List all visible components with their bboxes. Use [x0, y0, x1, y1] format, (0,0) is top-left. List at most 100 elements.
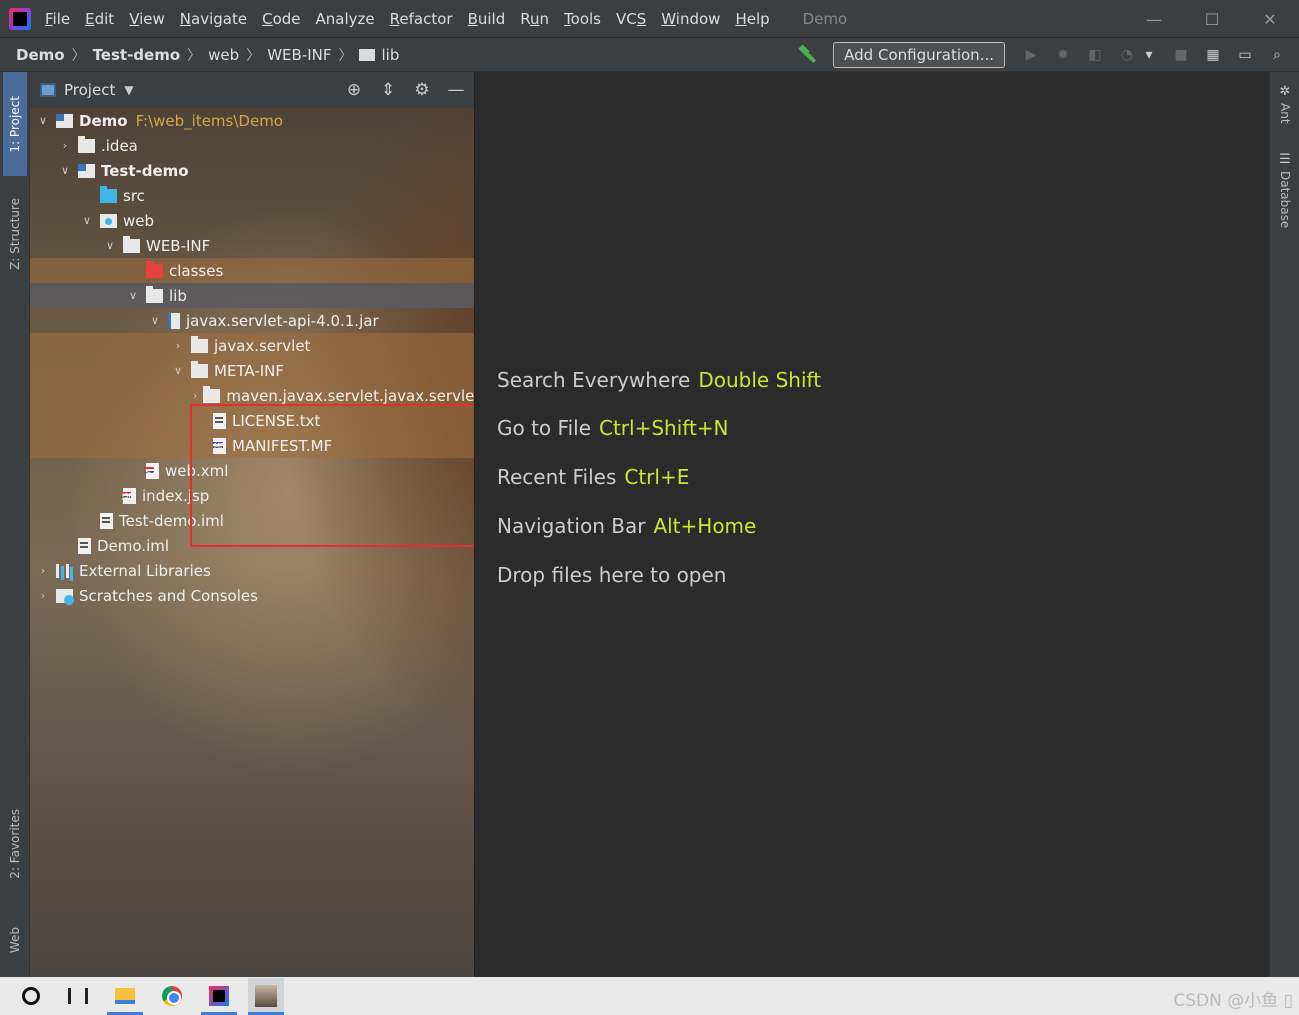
tab-project[interactable]: 1: Project: [3, 72, 27, 176]
terminal-icon[interactable]: ▭: [1235, 45, 1255, 65]
menu-vcs[interactable]: VCS: [616, 10, 646, 28]
jar-icon: [168, 312, 180, 329]
intellij-taskbar-icon[interactable]: [201, 978, 237, 1015]
chevron-right-icon[interactable]: ›: [193, 389, 197, 402]
search-icon[interactable]: ⌕: [1267, 45, 1287, 65]
run-icon[interactable]: ▶: [1021, 45, 1041, 65]
chevron-down-icon[interactable]: ∨: [80, 214, 94, 227]
chrome-icon[interactable]: [154, 978, 190, 1014]
tree-item-label: web: [123, 211, 155, 230]
tree-item-label: META-INF: [214, 361, 285, 380]
project-structure-icon[interactable]: ▦: [1203, 45, 1223, 65]
folder-icon: [123, 235, 140, 253]
tree-item-web-inf[interactable]: ∨ WEB-INF: [30, 233, 474, 258]
build-hammer-icon[interactable]: [797, 44, 819, 66]
tab-ant[interactable]: ✲ Ant: [1273, 84, 1297, 124]
tab-structure-label: Z: Structure: [8, 198, 22, 270]
tree-item-scratches[interactable]: › Scratches and Consoles: [30, 583, 474, 608]
project-panel: Project ▼ ⊕ ⇕ ⚙ — ∨ Demo F:\web_items\De…: [30, 72, 475, 977]
breadcrumb-web[interactable]: web: [208, 46, 239, 64]
tip-text: Search Everywhere: [497, 368, 691, 392]
breadcrumb-demo[interactable]: Demo: [16, 46, 65, 64]
task-view-icon[interactable]: [60, 978, 96, 1014]
chevron-down-icon[interactable]: ∨: [171, 364, 185, 377]
tab-database[interactable]: ☰ Database: [1273, 152, 1297, 228]
file-explorer-icon[interactable]: [107, 978, 143, 1015]
chevron-down-icon[interactable]: ∨: [148, 314, 162, 327]
tab-web[interactable]: Web: [3, 910, 27, 970]
tree-item-javax-servlet[interactable]: › javax.servlet: [30, 333, 474, 358]
folder-icon: [203, 385, 221, 403]
menu-tools[interactable]: Tools: [564, 10, 601, 28]
coverage-icon[interactable]: ◧: [1085, 45, 1105, 65]
chevron-down-icon[interactable]: ∨: [36, 114, 50, 127]
photo-viewer-icon[interactable]: [248, 978, 284, 1015]
collapse-all-icon[interactable]: ⇕: [377, 79, 399, 101]
source-folder-icon: [100, 185, 117, 203]
chevron-down-icon[interactable]: ∨: [103, 239, 117, 252]
tree-item-classes[interactable]: classes: [30, 258, 474, 283]
tree-item-web[interactable]: ∨ web: [30, 208, 474, 233]
tab-project-label: 1: Project: [8, 95, 22, 153]
chevron-right-icon[interactable]: ›: [36, 589, 50, 602]
package-icon: [191, 335, 208, 353]
add-configuration-button[interactable]: Add Configuration...: [833, 42, 1005, 68]
profile-icon[interactable]: ◔: [1117, 45, 1137, 65]
menu-navigate[interactable]: Navigate: [180, 10, 247, 28]
project-panel-header: Project ▼ ⊕ ⇕ ⚙ —: [30, 72, 474, 108]
menu-window[interactable]: Window: [661, 10, 720, 28]
project-panel-title[interactable]: Project: [64, 81, 115, 99]
debug-icon[interactable]: ✹: [1053, 45, 1073, 65]
tree-item-lib[interactable]: ∨ lib: [30, 283, 474, 308]
tab-web-label: Web: [8, 926, 22, 954]
tree-item-src[interactable]: src: [30, 183, 474, 208]
locate-icon[interactable]: ⊕: [343, 79, 365, 101]
gear-icon[interactable]: ⚙: [411, 79, 433, 101]
chevron-right-icon[interactable]: ›: [171, 339, 185, 352]
tree-item-label: javax.servlet: [214, 336, 311, 355]
tree-item-external-libraries[interactable]: › External Libraries: [30, 558, 474, 583]
module-folder-icon: [56, 113, 73, 128]
breadcrumb-web-inf[interactable]: WEB-INF: [267, 46, 331, 64]
tab-favorites[interactable]: 2: Favorites: [3, 792, 27, 896]
tip-text: Drop files here to open: [497, 563, 727, 587]
folder-icon: [146, 285, 163, 303]
excluded-folder-icon: [146, 260, 163, 278]
breadcrumb-lib[interactable]: lib: [359, 46, 399, 64]
tree-item-servlet-jar[interactable]: ∨ javax.servlet-api-4.0.1.jar: [30, 308, 474, 333]
menu-file[interactable]: File: [45, 10, 70, 28]
close-icon[interactable]: ✕: [1241, 0, 1299, 38]
tree-item-label: src: [123, 186, 145, 205]
chevron-down-icon[interactable]: ▾: [1139, 45, 1159, 65]
menu-run[interactable]: Run: [520, 10, 549, 28]
maximize-icon[interactable]: ☐: [1183, 0, 1241, 38]
hide-icon[interactable]: —: [445, 79, 467, 101]
breadcrumb-separator: 〉: [187, 47, 202, 64]
stop-icon[interactable]: ■: [1171, 45, 1191, 65]
iml-file-icon: [100, 512, 113, 529]
menu-code[interactable]: Code: [262, 10, 300, 28]
tree-item-idea[interactable]: › .idea: [30, 133, 474, 158]
menu-view[interactable]: View: [129, 10, 165, 28]
chevron-down-icon[interactable]: ∨: [126, 289, 140, 302]
cortana-search-icon[interactable]: [13, 978, 49, 1014]
tree-item-label: lib: [169, 286, 187, 305]
tab-structure[interactable]: Z: Structure: [3, 184, 27, 284]
tree-item-demo[interactable]: ∨ Demo F:\web_items\Demo: [30, 108, 474, 133]
tree-item-meta-inf[interactable]: ∨ META-INF: [30, 358, 474, 383]
menu-help[interactable]: Help: [735, 10, 769, 28]
highlight-annotation-box: [190, 404, 474, 547]
tree-item-test-demo[interactable]: ∨ Test-demo: [30, 158, 474, 183]
menu-refactor[interactable]: Refactor: [390, 10, 453, 28]
chevron-down-icon[interactable]: ∨: [58, 164, 72, 177]
breadcrumb-test-demo[interactable]: Test-demo: [93, 46, 181, 64]
windows-taskbar: CSDN @小鱼 ▯: [0, 977, 1299, 1015]
chevron-right-icon[interactable]: ›: [58, 139, 72, 152]
minimize-icon[interactable]: —: [1125, 0, 1183, 38]
iml-file-icon: [78, 537, 91, 554]
chevron-down-icon[interactable]: ▼: [124, 83, 133, 97]
menu-analyze[interactable]: Analyze: [316, 10, 375, 28]
menu-build[interactable]: Build: [468, 10, 506, 28]
chevron-right-icon[interactable]: ›: [36, 564, 50, 577]
menu-edit[interactable]: Edit: [85, 10, 114, 28]
